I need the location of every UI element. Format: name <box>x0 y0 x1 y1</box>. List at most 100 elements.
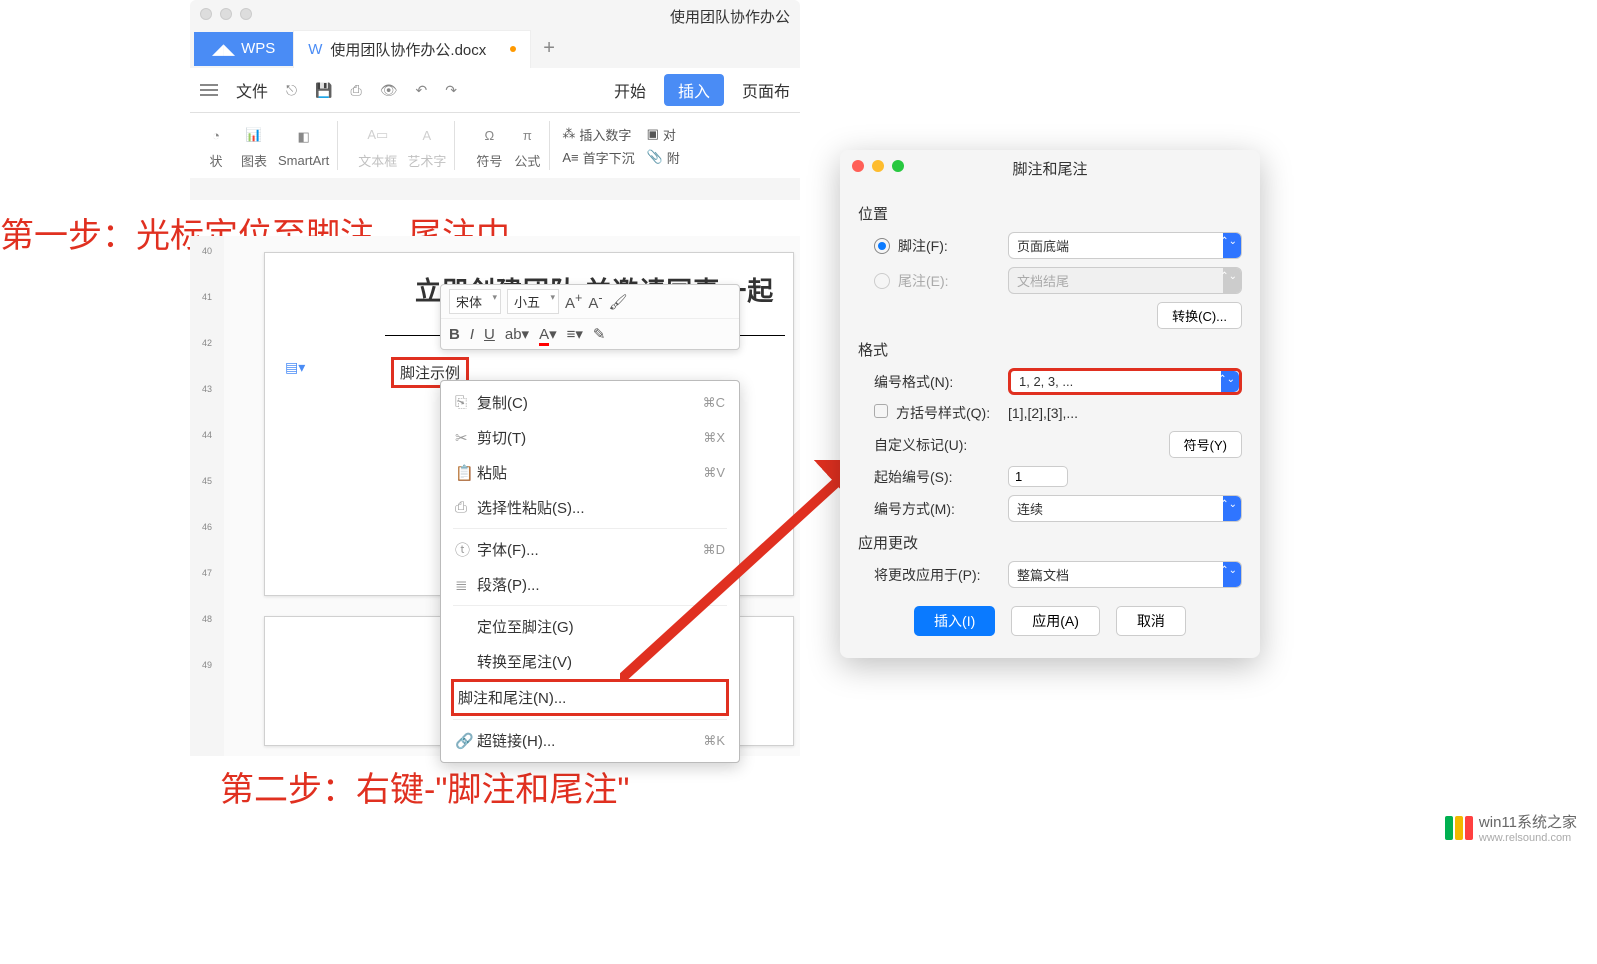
endnote-position-select: 文档结尾⌃⌄ <box>1008 267 1242 294</box>
footnote-dialog: 脚注和尾注 位置 脚注(F): 页面底端⌃⌄ 尾注(E): 文档结尾⌃⌄ 转换(… <box>840 150 1260 658</box>
menu-pagelayout[interactable]: 页面布 <box>742 78 790 102</box>
ribbon-textbox[interactable]: A▭文本框 <box>358 121 397 170</box>
dialog-mac-controls <box>852 160 904 172</box>
ribbon-insertnum[interactable]: ⁂插入数字 <box>562 125 634 144</box>
ctx-footnote-endnote[interactable]: 脚注和尾注(N)... <box>454 682 726 713</box>
ribbon-shape[interactable]: ◔状 <box>202 121 230 170</box>
context-menu: ⎘复制(C)⌘C ✂剪切(T)⌘X 📋粘贴⌘V ⎙选择性粘贴(S)... ⓣ字体… <box>440 380 740 763</box>
number-icon: ⁂ <box>562 126 575 142</box>
insert-icon[interactable]: ✎ <box>593 325 606 343</box>
ctx-paragraph[interactable]: ≣段落(P)... <box>441 567 739 602</box>
menu-insert[interactable]: 插入 <box>664 74 724 106</box>
close-dot[interactable] <box>200 8 212 20</box>
tab-row: ◢◣ WPS W 使用团队协作办公.docx + <box>190 29 800 68</box>
zoom-dot[interactable] <box>240 8 252 20</box>
close-icon[interactable] <box>852 160 864 172</box>
print-icon[interactable]: ⎙ <box>351 82 362 99</box>
ctx-convert-endnote[interactable]: 转换至尾注(V) <box>441 644 739 679</box>
add-tab-button[interactable]: + <box>531 29 567 68</box>
start-number-input[interactable] <box>1008 466 1068 487</box>
footnote-position-select[interactable]: 页面底端⌃⌄ <box>1008 232 1242 259</box>
smartart-icon: ◧ <box>290 123 318 151</box>
apply-button[interactable]: 应用(A) <box>1011 606 1100 636</box>
outline-icon[interactable]: ▤▾ <box>285 359 305 376</box>
ctx-cut[interactable]: ✂剪切(T)⌘X <box>441 420 739 455</box>
paste-special-icon: ⎙ <box>455 499 477 516</box>
copy-icon: ⎘ <box>455 394 477 411</box>
wps-window: 使用团队协作办公 ◢◣ WPS W 使用团队协作办公.docx + 文件 ⎋ 💾… <box>190 0 800 200</box>
symbol-button[interactable]: 符号(Y) <box>1169 431 1242 458</box>
open-icon[interactable]: ⎋ <box>286 82 297 99</box>
italic-icon[interactable]: I <box>470 326 474 343</box>
ctx-font[interactable]: ⓣ字体(F)...⌘D <box>441 532 739 567</box>
undo-icon[interactable]: ↶ <box>416 82 428 99</box>
word-doc-icon: W <box>308 41 322 58</box>
increase-font-icon[interactable]: A+ <box>565 291 582 312</box>
paragraph-icon: ≣ <box>455 576 477 594</box>
section-position: 位置 <box>858 203 1242 224</box>
highlight-icon[interactable]: ab▾ <box>505 325 529 343</box>
align-icon[interactable]: ≡▾ <box>567 325 583 343</box>
number-format-select[interactable]: 1, 2, 3, ...⌃⌄ <box>1008 368 1242 395</box>
object-icon: ▣ <box>647 126 659 142</box>
ribbon-attach[interactable]: 📎附 <box>647 148 680 167</box>
attach-icon: 📎 <box>647 149 663 165</box>
ribbon-symbol[interactable]: Ω符号 <box>475 121 503 170</box>
cut-icon: ✂ <box>455 429 477 447</box>
convert-button[interactable]: 转换(C)... <box>1157 302 1242 329</box>
apply-to-select[interactable]: 整篇文档⌃⌄ <box>1008 561 1242 588</box>
hamburger-icon[interactable] <box>200 84 218 96</box>
ribbon-dropcap[interactable]: A≡首字下沉 <box>562 148 634 167</box>
ribbon-chart[interactable]: 📊图表 <box>240 121 268 170</box>
ribbon-dui[interactable]: ▣对 <box>647 125 680 144</box>
unsaved-dot-icon <box>510 46 516 52</box>
separator <box>453 719 727 720</box>
paste-icon: 📋 <box>455 464 477 482</box>
font-color-icon[interactable]: A▾ <box>539 325 557 343</box>
menu-row: 文件 ⎋ 💾 ⎙ 👁 ↶ ↷ 开始 插入 页面布 <box>190 68 800 113</box>
section-apply: 应用更改 <box>858 532 1242 553</box>
font-dialog-icon: ⓣ <box>455 539 477 560</box>
formula-icon: π <box>513 121 541 149</box>
ctx-copy[interactable]: ⎘复制(C)⌘C <box>441 385 739 420</box>
ribbon-smartart[interactable]: ◧SmartArt <box>278 123 329 168</box>
underline-icon[interactable]: U <box>484 326 495 343</box>
zoom-icon[interactable] <box>892 160 904 172</box>
decrease-font-icon[interactable]: A- <box>588 291 602 312</box>
cancel-button[interactable]: 取消 <box>1116 606 1186 636</box>
annotation-step2: 第二步：右键-"脚注和尾注" <box>220 762 629 811</box>
ctx-footnote-endnote-highlight: 脚注和尾注(N)... <box>451 679 729 716</box>
font-family-select[interactable]: 宋体 <box>449 289 501 314</box>
font-size-select[interactable]: 小五 <box>507 289 559 314</box>
separator <box>453 605 727 606</box>
ribbon-wordart[interactable]: A艺术字 <box>407 121 446 170</box>
hyperlink-icon: 🔗 <box>455 732 477 750</box>
section-format: 格式 <box>858 339 1242 360</box>
insert-button[interactable]: 插入(I) <box>914 606 995 636</box>
textbox-icon: A▭ <box>364 121 392 149</box>
radio-endnote[interactable] <box>874 273 890 289</box>
bracket-checkbox[interactable] <box>874 404 888 418</box>
tab-document[interactable]: W 使用团队协作办公.docx <box>293 30 531 68</box>
bold-icon[interactable]: B <box>449 326 460 343</box>
redo-icon[interactable]: ↷ <box>445 82 457 99</box>
ctx-hyperlink[interactable]: 🔗超链接(H)...⌘K <box>441 723 739 758</box>
watermark-logo-icon <box>1445 816 1473 840</box>
menu-file[interactable]: 文件 <box>236 78 268 102</box>
ctx-goto-footnote[interactable]: 定位至脚注(G) <box>441 609 739 644</box>
symbol-icon: Ω <box>475 121 503 149</box>
ctx-paste[interactable]: 📋粘贴⌘V <box>441 455 739 490</box>
minimize-dot[interactable] <box>220 8 232 20</box>
save-icon[interactable]: 💾 <box>315 82 332 99</box>
window-title: 使用团队协作办公 <box>190 0 800 29</box>
radio-footnote[interactable] <box>874 238 890 254</box>
preview-icon[interactable]: 👁 <box>380 82 398 99</box>
ctx-paste-special[interactable]: ⎙选择性粘贴(S)... <box>441 490 739 525</box>
format-painter-icon[interactable]: 🖌 <box>609 293 628 311</box>
tab-wps[interactable]: ◢◣ WPS <box>194 32 293 66</box>
ribbon-formula[interactable]: π公式 <box>513 121 541 170</box>
minimize-icon[interactable] <box>872 160 884 172</box>
dropcap-icon: A≡ <box>562 150 578 165</box>
numbering-mode-select[interactable]: 连续⌃⌄ <box>1008 495 1242 522</box>
menu-start[interactable]: 开始 <box>614 78 646 102</box>
